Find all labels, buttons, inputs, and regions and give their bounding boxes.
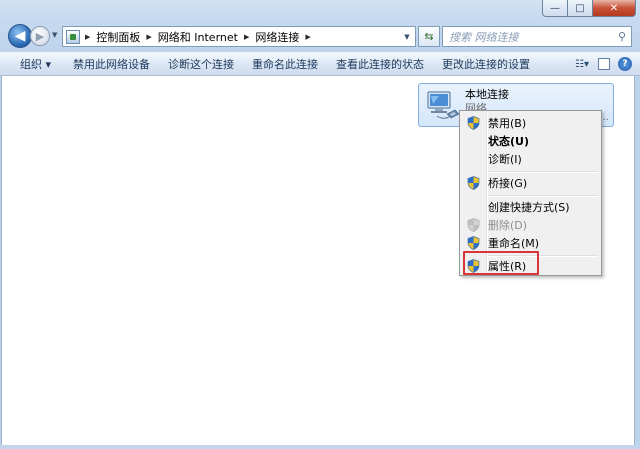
search-input[interactable]: 搜索 网络连接 ⚲	[442, 26, 632, 47]
explorer-window: — □ ✕ ◀ ▶ ▼ ▶ 控制面板 ▶ 网络和 Internet ▶ 网络连接…	[0, 0, 640, 449]
diagnose-connection-button[interactable]: 诊断这个连接	[162, 56, 240, 72]
close-button[interactable]: ✕	[593, 0, 636, 17]
menu-item-label: 创建快捷方式(S)	[488, 201, 570, 214]
breadcrumb-label: 控制面板	[96, 30, 141, 44]
recent-pages-dropdown[interactable]: ▼	[52, 31, 57, 39]
maximize-button[interactable]: □	[568, 0, 593, 17]
uac-shield-icon	[467, 176, 480, 190]
breadcrumb-label: 网络和 Internet	[157, 30, 238, 44]
properties-highlight-box	[463, 251, 539, 275]
search-icon: ⚲	[617, 30, 627, 43]
uac-shield-icon	[467, 236, 480, 250]
menu-item-label: 删除(D)	[488, 219, 528, 232]
menu-item-rename[interactable]: 重命名(M)	[462, 234, 599, 252]
forward-arrow-icon: ▶	[35, 29, 45, 43]
chevron-down-icon: ▼	[404, 32, 410, 41]
menu-separator	[488, 195, 598, 197]
refresh-icon: ⇆	[424, 30, 434, 43]
menu-item-label: 状态(U)	[488, 135, 529, 148]
change-settings-button[interactable]: 更改此连接的设置	[436, 56, 536, 72]
navigation-bar: ◀ ▶ ▼ ▶ 控制面板 ▶ 网络和 Internet ▶ 网络连接 ▶ ▼ ⇆…	[0, 20, 640, 52]
uac-shield-icon	[467, 116, 480, 130]
breadcrumb-root-arrow[interactable]: ▶	[85, 33, 96, 41]
title-bar: — □ ✕	[0, 0, 640, 20]
toolbar-view-controls: ☷▾ ?	[574, 56, 632, 72]
menu-item-label: 诊断(I)	[488, 153, 522, 166]
menu-item-create-shortcut[interactable]: 创建快捷方式(S)	[462, 198, 599, 216]
menu-item-status[interactable]: 状态(U)	[462, 132, 599, 150]
menu-separator	[488, 171, 598, 173]
window-bottom-border	[0, 445, 640, 449]
uac-shield-icon	[467, 218, 480, 232]
menu-item-diagnose[interactable]: 诊断(I)	[462, 150, 599, 168]
menu-item-disable[interactable]: 禁用(B)	[462, 114, 599, 132]
preview-pane-icon[interactable]	[598, 58, 610, 70]
breadcrumb-control-panel[interactable]: 控制面板 ▶	[96, 29, 157, 45]
menu-item-bridge[interactable]: 桥接(G)	[462, 174, 599, 192]
refresh-button[interactable]: ⇆	[418, 26, 440, 47]
search-placeholder: 搜索 网络连接	[449, 30, 519, 44]
window-controls: — □ ✕	[542, 0, 636, 17]
help-icon[interactable]: ?	[618, 57, 632, 71]
minimize-button[interactable]: —	[542, 0, 568, 17]
organize-menu-button[interactable]: 组织 ▾	[14, 56, 57, 72]
network-adapter-icon	[427, 91, 460, 119]
address-bar[interactable]: ▶ 控制面板 ▶ 网络和 Internet ▶ 网络连接 ▶ ▼	[62, 26, 416, 47]
menu-item-label: 重命名(M)	[488, 237, 540, 250]
view-options-icon[interactable]: ☷▾	[574, 56, 590, 72]
command-toolbar: 组织 ▾ 禁用此网络设备 诊断这个连接 重命名此连接 查看此连接的状态 更改此连…	[0, 52, 640, 76]
view-status-button[interactable]: 查看此连接的状态	[330, 56, 430, 72]
menu-item-label: 禁用(B)	[488, 117, 527, 130]
disable-device-button[interactable]: 禁用此网络设备	[67, 56, 156, 72]
rename-connection-button[interactable]: 重命名此连接	[246, 56, 324, 72]
back-button[interactable]: ◀	[8, 24, 32, 48]
breadcrumb-label: 网络连接	[255, 30, 300, 44]
breadcrumb-network-connections[interactable]: 网络连接 ▶	[255, 29, 316, 45]
address-dropdown-button[interactable]: ▼	[399, 27, 415, 46]
breadcrumb-network-internet[interactable]: 网络和 Internet ▶	[158, 29, 256, 45]
forward-button[interactable]: ▶	[30, 26, 50, 46]
control-panel-icon	[66, 29, 80, 44]
menu-item-label: 桥接(G)	[488, 177, 528, 190]
back-arrow-icon: ◀	[14, 28, 26, 44]
menu-item-delete: 删除(D)	[462, 216, 599, 234]
